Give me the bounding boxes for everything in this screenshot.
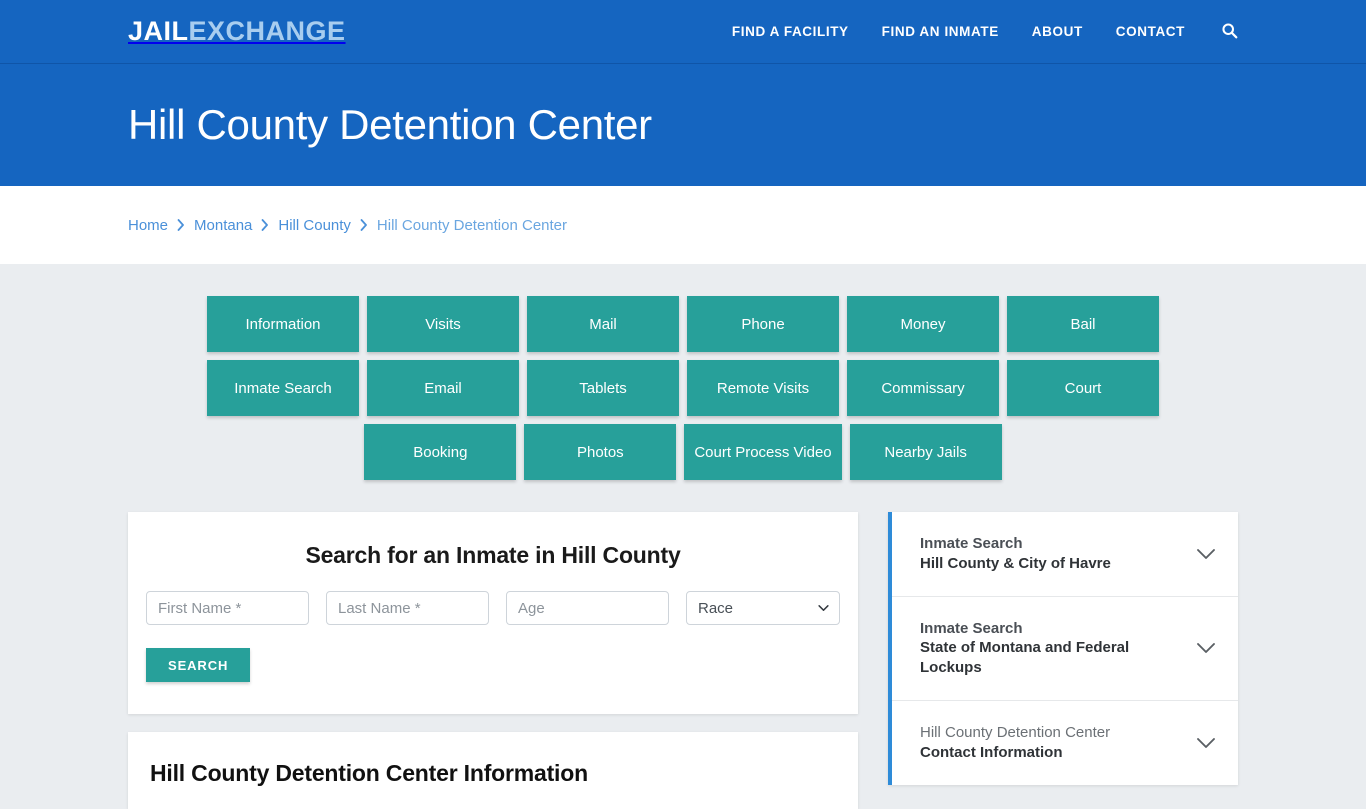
- nav-tile-tablets[interactable]: Tablets: [527, 360, 679, 416]
- nav-tile-court[interactable]: Court: [1007, 360, 1159, 416]
- facility-nav-grid: Information Visits Mail Phone Money Bail…: [133, 296, 1233, 480]
- accordion-item-line2: State of Montana and Federal Lockups: [920, 639, 1130, 677]
- breadcrumb-item-current: Hill County Detention Center: [376, 216, 568, 234]
- chevron-down-icon: [1196, 548, 1216, 560]
- accordion-item-line2: Contact Information: [920, 743, 1063, 761]
- nav-tile-photos[interactable]: Photos: [524, 424, 677, 480]
- chevron-right-icon: [261, 219, 269, 231]
- page-title: Hill County Detention Center: [128, 100, 652, 148]
- inmate-search-card: Search for an Inmate in Hill County Race…: [128, 512, 858, 714]
- facility-information-card: Hill County Detention Center Information: [128, 732, 858, 809]
- nav-tile-information[interactable]: Information: [207, 296, 359, 352]
- site-header: JAILEXCHANGE FIND A FACILITY FIND AN INM…: [0, 0, 1366, 64]
- age-input[interactable]: [506, 591, 669, 625]
- chevron-down-icon: [1196, 737, 1216, 749]
- accordion-item-text: Inmate Search Hill County & City of Havr…: [920, 534, 1111, 574]
- breadcrumb-item-montana[interactable]: Montana: [194, 217, 252, 234]
- facility-information-heading: Hill County Detention Center Information: [150, 760, 588, 786]
- accordion-item-text: Hill County Detention Center Contact Inf…: [920, 723, 1110, 763]
- nav-tile-mail[interactable]: Mail: [527, 296, 679, 352]
- nav-item-find-a-facility[interactable]: FIND A FACILITY: [732, 24, 849, 39]
- search-card-heading: Search for an Inmate in Hill County: [305, 542, 681, 568]
- search-icon: [1221, 22, 1238, 42]
- accordion-item-inmate-search-hill-county[interactable]: Inmate Search Hill County & City of Havr…: [892, 512, 1238, 597]
- accordion-item-line2: Hill County & City of Havre: [920, 554, 1111, 572]
- right-column: Inmate Search Hill County & City of Havr…: [888, 512, 1238, 785]
- accordion-item-line1: Hill County Detention Center: [920, 723, 1111, 741]
- nav-tile-commissary[interactable]: Commissary: [847, 360, 999, 416]
- left-column: Search for an Inmate in Hill County Race…: [128, 512, 858, 809]
- nav-tile-nearby-jails[interactable]: Nearby Jails: [849, 424, 1002, 480]
- site-logo[interactable]: JAILEXCHANGE: [128, 18, 346, 45]
- race-select-wrapper: Race: [686, 591, 840, 625]
- nav-tile-money[interactable]: Money: [847, 296, 999, 352]
- hero-banner: Hill County Detention Center: [0, 64, 1366, 186]
- main-content: Search for an Inmate in Hill County Race…: [0, 480, 1366, 809]
- breadcrumb: Home Montana Hill County Hill County Det…: [128, 217, 567, 234]
- last-name-input[interactable]: [326, 591, 489, 625]
- chevron-down-icon: [1196, 642, 1216, 654]
- chevron-right-icon: [360, 219, 368, 231]
- nav-tile-booking[interactable]: Booking: [364, 424, 517, 480]
- breadcrumb-bar: Home Montana Hill County Hill County Det…: [0, 186, 1366, 264]
- accordion-item-inmate-search-montana[interactable]: Inmate Search State of Montana and Feder…: [892, 597, 1238, 701]
- nav-tile-visits[interactable]: Visits: [367, 296, 519, 352]
- sidebar-accordion: Inmate Search Hill County & City of Havr…: [888, 512, 1238, 785]
- accordion-item-line1: Inmate Search: [920, 535, 1023, 552]
- logo-text-primary: JAIL: [128, 16, 189, 46]
- breadcrumb-item-hill-county[interactable]: Hill County: [278, 217, 351, 234]
- nav-tile-bail[interactable]: Bail: [1007, 296, 1159, 352]
- chevron-right-icon: [177, 219, 185, 231]
- race-select[interactable]: Race: [686, 591, 840, 625]
- search-icon-button[interactable]: [1221, 22, 1238, 42]
- nav-tile-phone[interactable]: Phone: [687, 296, 839, 352]
- accordion-item-line1: Inmate Search: [920, 619, 1023, 637]
- breadcrumb-item-home[interactable]: Home: [128, 217, 168, 234]
- nav-tile-remote-visits[interactable]: Remote Visits: [687, 360, 839, 416]
- logo-text-secondary: EXCHANGE: [188, 16, 346, 46]
- first-name-input[interactable]: [146, 591, 309, 625]
- nav-tile-court-process-video[interactable]: Court Process Video: [684, 424, 842, 480]
- nav-item-contact[interactable]: CONTACT: [1116, 24, 1185, 39]
- nav-tile-inmate-search[interactable]: Inmate Search: [207, 360, 359, 416]
- accordion-item-text: Inmate Search State of Montana and Feder…: [920, 619, 1186, 678]
- search-form-row: Race: [146, 591, 840, 625]
- main-navigation: FIND A FACILITY FIND AN INMATE ABOUT CON…: [732, 22, 1238, 42]
- nav-item-about[interactable]: ABOUT: [1032, 24, 1083, 39]
- facility-nav-grid-wrapper: Information Visits Mail Phone Money Bail…: [0, 264, 1366, 480]
- nav-item-find-an-inmate[interactable]: FIND AN INMATE: [882, 24, 999, 39]
- nav-tile-email[interactable]: Email: [367, 360, 519, 416]
- search-submit-button[interactable]: SEARCH: [146, 648, 251, 682]
- accordion-item-contact-information[interactable]: Hill County Detention Center Contact Inf…: [892, 701, 1238, 785]
